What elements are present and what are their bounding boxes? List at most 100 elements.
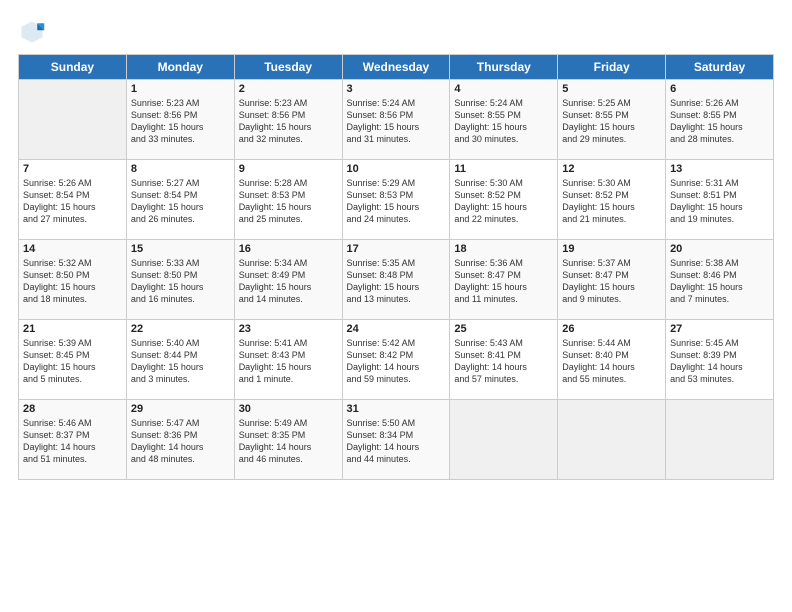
calendar-cell: 31 Sunrise: 5:50 AM Sunset: 8:34 PM Dayli… [342,400,450,480]
header-cell-tuesday: Tuesday [234,55,342,80]
calendar-week-3: 14 Sunrise: 5:32 AM Sunset: 8:50 PM Dayli… [19,240,774,320]
calendar-body: 1 Sunrise: 5:23 AM Sunset: 8:56 PM Daylig… [19,80,774,480]
calendar-cell: 21 Sunrise: 5:39 AM Sunset: 8:45 PM Dayli… [19,320,127,400]
cell-info: Sunrise: 5:50 AM Sunset: 8:34 PM Dayligh… [347,417,446,466]
calendar-cell: 6Sunrise: 5:26 AM Sunset: 8:55 PM Daylig… [666,80,774,160]
day-number: 18 [454,243,553,255]
day-number: 4 [454,83,553,95]
header-cell-sunday: Sunday [19,55,127,80]
calendar-week-5: 28 Sunrise: 5:46 AM Sunset: 8:37 PM Dayli… [19,400,774,480]
calendar-week-4: 21 Sunrise: 5:39 AM Sunset: 8:45 PM Dayli… [19,320,774,400]
cell-info: Sunrise: 5:49 AM Sunset: 8:35 PM Dayligh… [239,417,338,466]
calendar-cell: 24 Sunrise: 5:42 AM Sunset: 8:42 PM Dayli… [342,320,450,400]
cell-info: Sunrise: 5:40 AM Sunset: 8:44 PM Dayligh… [131,337,230,386]
calendar-cell: 14 Sunrise: 5:32 AM Sunset: 8:50 PM Dayli… [19,240,127,320]
cell-info: Sunrise: 5:44 AM Sunset: 8:40 PM Dayligh… [562,337,661,386]
day-number: 17 [347,243,446,255]
calendar-cell: 16 Sunrise: 5:34 AM Sunset: 8:49 PM Dayli… [234,240,342,320]
header-cell-monday: Monday [126,55,234,80]
day-number: 9 [239,163,338,175]
calendar-page: SundayMondayTuesdayWednesdayThursdayFrid… [0,0,792,612]
cell-info: Sunrise: 5:45 AM Sunset: 8:39 PM Dayligh… [670,337,769,386]
calendar-cell: 28 Sunrise: 5:46 AM Sunset: 8:37 PM Dayli… [19,400,127,480]
calendar-cell: 25Sunrise: 5:43 AM Sunset: 8:41 PM Dayli… [450,320,558,400]
cell-info: Sunrise: 5:38 AM Sunset: 8:46 PM Dayligh… [670,257,769,306]
calendar-cell: 18 Sunrise: 5:36 AM Sunset: 8:47 PM Dayli… [450,240,558,320]
calendar-cell: 20Sunrise: 5:38 AM Sunset: 8:46 PM Dayli… [666,240,774,320]
calendar-cell: 30 Sunrise: 5:49 AM Sunset: 8:35 PM Dayli… [234,400,342,480]
day-number: 13 [670,163,769,175]
calendar-cell: 12 Sunrise: 5:30 AM Sunset: 8:52 PM Dayli… [558,160,666,240]
calendar-header: SundayMondayTuesdayWednesdayThursdayFrid… [19,55,774,80]
day-number: 23 [239,323,338,335]
calendar-cell: 10Sunrise: 5:29 AM Sunset: 8:53 PM Dayli… [342,160,450,240]
cell-info: Sunrise: 5:47 AM Sunset: 8:36 PM Dayligh… [131,417,230,466]
day-number: 30 [239,403,338,415]
day-number: 25 [454,323,553,335]
cell-info: Sunrise: 5:30 AM Sunset: 8:52 PM Dayligh… [562,177,661,226]
cell-info: Sunrise: 5:34 AM Sunset: 8:49 PM Dayligh… [239,257,338,306]
calendar-cell: 27 Sunrise: 5:45 AM Sunset: 8:39 PM Dayli… [666,320,774,400]
cell-info: Sunrise: 5:36 AM Sunset: 8:47 PM Dayligh… [454,257,553,306]
calendar-cell: 2 Sunrise: 5:23 AM Sunset: 8:56 PM Daylig… [234,80,342,160]
day-number: 14 [23,243,122,255]
day-number: 12 [562,163,661,175]
logo-icon [18,18,46,46]
header [18,18,774,46]
cell-info: Sunrise: 5:42 AM Sunset: 8:42 PM Dayligh… [347,337,446,386]
cell-info: Sunrise: 5:25 AM Sunset: 8:55 PM Dayligh… [562,97,661,146]
cell-info: Sunrise: 5:33 AM Sunset: 8:50 PM Dayligh… [131,257,230,306]
calendar-cell: 9 Sunrise: 5:28 AM Sunset: 8:53 PM Daylig… [234,160,342,240]
cell-info: Sunrise: 5:24 AM Sunset: 8:56 PM Dayligh… [347,97,446,146]
cell-info: Sunrise: 5:23 AM Sunset: 8:56 PM Dayligh… [131,97,230,146]
calendar-cell: 23 Sunrise: 5:41 AM Sunset: 8:43 PM Dayli… [234,320,342,400]
cell-info: Sunrise: 5:32 AM Sunset: 8:50 PM Dayligh… [23,257,122,306]
cell-info: Sunrise: 5:28 AM Sunset: 8:53 PM Dayligh… [239,177,338,226]
calendar-cell [450,400,558,480]
calendar-cell: 4Sunrise: 5:24 AM Sunset: 8:55 PM Daylig… [450,80,558,160]
day-number: 3 [347,83,446,95]
logo [18,18,50,46]
day-number: 5 [562,83,661,95]
day-number: 29 [131,403,230,415]
cell-info: Sunrise: 5:41 AM Sunset: 8:43 PM Dayligh… [239,337,338,386]
day-number: 31 [347,403,446,415]
calendar-cell: 29 Sunrise: 5:47 AM Sunset: 8:36 PM Dayli… [126,400,234,480]
cell-info: Sunrise: 5:26 AM Sunset: 8:54 PM Dayligh… [23,177,122,226]
calendar-cell: 8Sunrise: 5:27 AM Sunset: 8:54 PM Daylig… [126,160,234,240]
day-number: 6 [670,83,769,95]
calendar-cell: 13 Sunrise: 5:31 AM Sunset: 8:51 PM Dayli… [666,160,774,240]
calendar-week-1: 1 Sunrise: 5:23 AM Sunset: 8:56 PM Daylig… [19,80,774,160]
calendar-cell: 26Sunrise: 5:44 AM Sunset: 8:40 PM Dayli… [558,320,666,400]
day-number: 2 [239,83,338,95]
cell-info: Sunrise: 5:46 AM Sunset: 8:37 PM Dayligh… [23,417,122,466]
cell-info: Sunrise: 5:39 AM Sunset: 8:45 PM Dayligh… [23,337,122,386]
header-row: SundayMondayTuesdayWednesdayThursdayFrid… [19,55,774,80]
day-number: 22 [131,323,230,335]
calendar-cell: 3 Sunrise: 5:24 AM Sunset: 8:56 PM Daylig… [342,80,450,160]
day-number: 16 [239,243,338,255]
cell-info: Sunrise: 5:23 AM Sunset: 8:56 PM Dayligh… [239,97,338,146]
calendar-cell: 22 Sunrise: 5:40 AM Sunset: 8:44 PM Dayli… [126,320,234,400]
day-number: 7 [23,163,122,175]
header-cell-friday: Friday [558,55,666,80]
calendar-cell: 7 Sunrise: 5:26 AM Sunset: 8:54 PM Daylig… [19,160,127,240]
calendar-table: SundayMondayTuesdayWednesdayThursdayFrid… [18,54,774,480]
day-number: 11 [454,163,553,175]
day-number: 1 [131,83,230,95]
calendar-cell: 15 Sunrise: 5:33 AM Sunset: 8:50 PM Dayli… [126,240,234,320]
calendar-week-2: 7 Sunrise: 5:26 AM Sunset: 8:54 PM Daylig… [19,160,774,240]
day-number: 15 [131,243,230,255]
calendar-cell: 11Sunrise: 5:30 AM Sunset: 8:52 PM Dayli… [450,160,558,240]
day-number: 19 [562,243,661,255]
day-number: 28 [23,403,122,415]
day-number: 27 [670,323,769,335]
calendar-cell [666,400,774,480]
cell-info: Sunrise: 5:31 AM Sunset: 8:51 PM Dayligh… [670,177,769,226]
calendar-cell [558,400,666,480]
day-number: 21 [23,323,122,335]
calendar-cell: 17Sunrise: 5:35 AM Sunset: 8:48 PM Dayli… [342,240,450,320]
header-cell-thursday: Thursday [450,55,558,80]
calendar-cell: 19Sunrise: 5:37 AM Sunset: 8:47 PM Dayli… [558,240,666,320]
day-number: 24 [347,323,446,335]
